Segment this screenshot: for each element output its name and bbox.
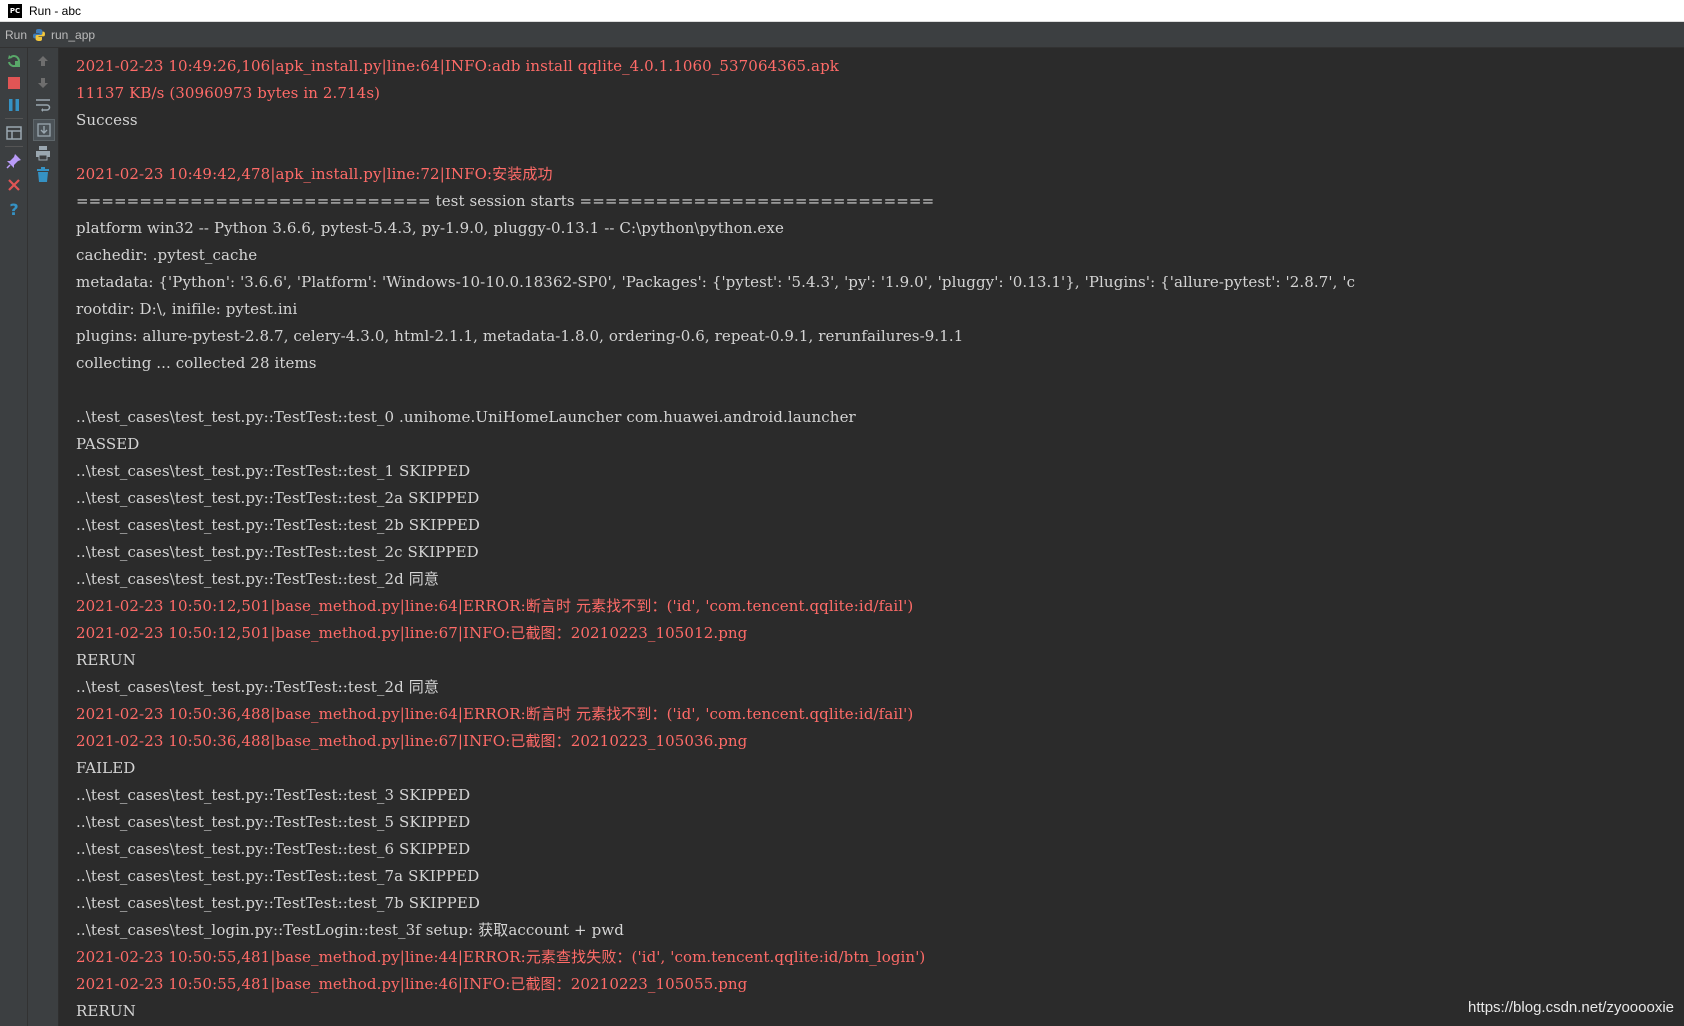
window-titlebar: PC Run - abc xyxy=(0,0,1684,22)
run-tool-window-header: Run run_app xyxy=(0,22,1684,48)
console-line: ..\test_cases\test_test.py::TestTest::te… xyxy=(76,813,471,831)
console-lines: 2021-02-23 10:49:26,106|apk_install.py|l… xyxy=(76,53,1684,1025)
help-icon[interactable]: ? xyxy=(5,200,23,219)
console-line: RERUN xyxy=(76,1002,136,1020)
pause-icon[interactable] xyxy=(5,96,23,114)
trash-icon[interactable] xyxy=(34,166,52,184)
console-line: ..\test_cases\test_test.py::TestTest::te… xyxy=(76,516,481,534)
console-line: ..\test_cases\test_test.py::TestTest::te… xyxy=(76,543,479,561)
console-line: 2021-02-23 10:50:55,481|base_method.py|l… xyxy=(76,948,926,966)
console-line: 2021-02-23 10:50:55,481|base_method.py|l… xyxy=(76,975,748,993)
console-line: PASSED xyxy=(76,435,140,453)
console-line: ..\test_cases\test_test.py::TestTest::te… xyxy=(76,408,856,426)
console-line: FAILED xyxy=(76,759,136,777)
console-line: ..\test_cases\test_test.py::TestTest::te… xyxy=(76,570,439,588)
console-output[interactable]: 2021-02-23 10:49:26,106|apk_install.py|l… xyxy=(59,48,1684,1026)
console-line: 11137 KB/s (30960973 bytes in 2.714s) xyxy=(76,84,381,102)
scroll-to-end-icon[interactable] xyxy=(33,119,55,141)
console-line: cachedir: .pytest_cache xyxy=(76,246,258,264)
console-line: 2021-02-23 10:49:26,106|apk_install.py|l… xyxy=(76,57,839,75)
toolbar-separator xyxy=(5,146,23,147)
console-line: platform win32 -- Python 3.6.6, pytest-5… xyxy=(76,219,784,237)
run-tool-window-label: Run xyxy=(5,28,28,42)
soft-wrap-icon[interactable] xyxy=(34,96,52,114)
console-line: 2021-02-23 10:50:12,501|base_method.py|l… xyxy=(76,597,914,615)
console-line: ..\test_cases\test_test.py::TestTest::te… xyxy=(76,462,471,480)
console-line: 2021-02-23 10:50:36,488|base_method.py|l… xyxy=(76,705,914,723)
run-toolbar-right xyxy=(28,48,59,1026)
console-line: ..\test_cases\test_login.py::TestLogin::… xyxy=(76,921,624,939)
down-arrow-icon[interactable] xyxy=(34,74,52,92)
console-line: plugins: allure-pytest-2.8.7, celery-4.3… xyxy=(76,327,964,345)
window-title: Run - abc xyxy=(29,4,82,18)
close-icon[interactable] xyxy=(5,176,23,194)
console-line: metadata: {'Python': '3.6.6', 'Platform'… xyxy=(76,273,1356,291)
up-arrow-icon[interactable] xyxy=(34,52,52,70)
console-line: ..\test_cases\test_test.py::TestTest::te… xyxy=(76,867,480,885)
console-line: rootdir: D:\, inifile: pytest.ini xyxy=(76,300,298,318)
console-line: ..\test_cases\test_test.py::TestTest::te… xyxy=(76,678,439,696)
console-line: collecting ... collected 28 items xyxy=(76,354,317,372)
stop-icon[interactable] xyxy=(5,74,23,92)
console-line: ..\test_cases\test_test.py::TestTest::te… xyxy=(76,786,471,804)
toolbar-separator xyxy=(5,118,23,119)
console-line: Success xyxy=(76,111,138,129)
console-line: ============================ test sessio… xyxy=(76,192,935,210)
run-toolbar-left: ? xyxy=(0,48,28,1026)
run-configuration-name[interactable]: run_app xyxy=(51,28,95,42)
console-line: 2021-02-23 10:50:12,501|base_method.py|l… xyxy=(76,624,748,642)
print-icon[interactable] xyxy=(34,144,52,162)
pin-icon[interactable] xyxy=(5,152,23,170)
pycharm-logo-icon: PC xyxy=(8,4,22,18)
layout-icon[interactable] xyxy=(5,124,23,142)
console-line: RERUN xyxy=(76,651,136,669)
console-line: 2021-02-23 10:49:42,478|apk_install.py|l… xyxy=(76,165,553,183)
python-icon xyxy=(32,28,46,42)
console-line: 2021-02-23 10:50:36,488|base_method.py|l… xyxy=(76,732,748,750)
watermark: https://blog.csdn.net/zyooooxie xyxy=(1468,999,1674,1016)
console-line: ..\test_cases\test_test.py::TestTest::te… xyxy=(76,840,471,858)
console-line: ..\test_cases\test_test.py::TestTest::te… xyxy=(76,489,480,507)
rerun-icon[interactable] xyxy=(5,52,23,70)
console-line: ..\test_cases\test_test.py::TestTest::te… xyxy=(76,894,481,912)
